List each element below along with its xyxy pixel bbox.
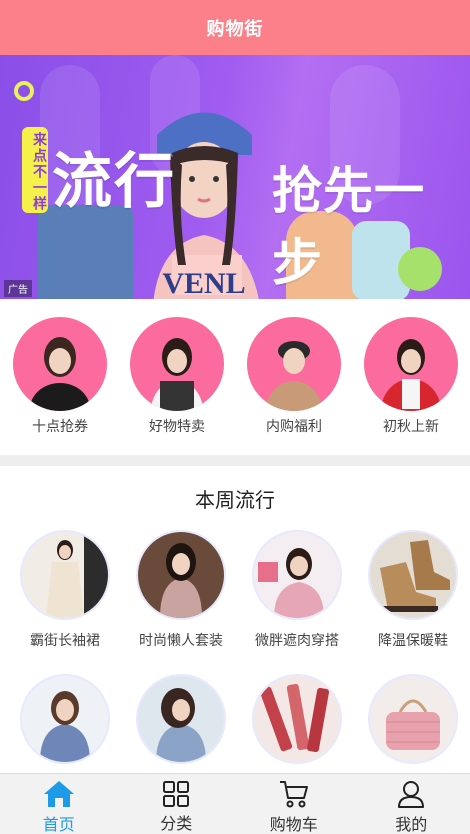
- trend-item-image: [252, 530, 342, 620]
- trend-item-image: [368, 530, 458, 620]
- trend-item[interactable]: [10, 674, 120, 764]
- category-item-ten-oclock-coupon[interactable]: 十点抢券: [12, 317, 108, 436]
- weekly-trend-section: 本周流行 霸街长袖裙 时尚懒人套装 微胖遮肉穿搭 降温保暖鞋: [0, 466, 470, 776]
- category-image: [364, 317, 458, 411]
- ad-label: 广告: [4, 280, 32, 297]
- tab-label: 购物车: [269, 815, 318, 834]
- category-label: 初秋上新: [383, 419, 439, 435]
- promo-banner[interactable]: VENL 来点不一样 流行 抢先一步 广告: [0, 55, 470, 299]
- home-icon: [43, 780, 75, 808]
- user-icon: [397, 780, 425, 808]
- trend-item-label: 时尚懒人套装: [139, 633, 223, 649]
- banner-tag: 来点不一样: [22, 127, 48, 213]
- trend-item-image: [136, 530, 226, 620]
- banner-slogan-right: 抢先一步: [272, 162, 425, 292]
- trend-item[interactable]: [358, 674, 468, 764]
- trend-item-image: [136, 674, 226, 764]
- tab-label: 分类: [160, 814, 193, 833]
- trend-item-label: 微胖遮肉穿搭: [255, 633, 339, 649]
- tab-category[interactable]: 分类: [118, 774, 236, 834]
- tab-profile[interactable]: 我的: [353, 774, 470, 834]
- category-image: [247, 317, 341, 411]
- category-section: 十点抢券 好物特卖 内购福利 初秋上新: [0, 299, 470, 455]
- svg-text:VENL: VENL: [162, 267, 245, 299]
- grid-icon: [163, 780, 190, 807]
- tab-label: 首页: [42, 815, 75, 834]
- page-title: 购物街: [206, 18, 264, 40]
- category-image: [13, 317, 107, 411]
- category-label: 好物特卖: [149, 419, 205, 435]
- category-label: 十点抢券: [32, 419, 88, 435]
- trend-item-image: [20, 530, 110, 620]
- trend-item-image: [368, 674, 458, 764]
- tab-cart[interactable]: 购物车: [235, 774, 353, 834]
- category-item-good-deals[interactable]: 好物特卖: [129, 317, 225, 436]
- category-item-internal-benefits[interactable]: 内购福利: [246, 317, 342, 436]
- banner-ring-decor: [14, 81, 34, 101]
- trend-item-label: 霸街长袖裙: [30, 633, 100, 649]
- trend-item[interactable]: [242, 674, 352, 764]
- trend-item-image: [252, 674, 342, 764]
- tab-home[interactable]: 首页: [0, 774, 118, 834]
- trend-item-lazy-set[interactable]: 时尚懒人套装: [126, 530, 236, 650]
- cart-icon: [279, 780, 309, 808]
- app-header: 购物街: [0, 0, 470, 55]
- category-label: 内购福利: [266, 419, 322, 435]
- banner-slogan-left: 流行: [52, 147, 176, 217]
- trend-item-plus-size-outfit[interactable]: 微胖遮肉穿搭: [242, 530, 352, 650]
- category-image: [130, 317, 224, 411]
- section-heading: 本周流行: [195, 488, 275, 512]
- trend-item-image: [20, 674, 110, 764]
- trend-item-warm-shoes[interactable]: 降温保暖鞋: [358, 530, 468, 650]
- category-item-early-autumn-new[interactable]: 初秋上新: [363, 317, 459, 436]
- tab-label: 我的: [395, 815, 428, 834]
- trend-item-label: 降温保暖鞋: [378, 633, 448, 649]
- trend-item[interactable]: [126, 674, 236, 764]
- trend-item-long-sleeve-dress[interactable]: 霸街长袖裙: [10, 530, 120, 650]
- bottom-tab-bar: 首页 分类 购物车 我的: [0, 773, 470, 834]
